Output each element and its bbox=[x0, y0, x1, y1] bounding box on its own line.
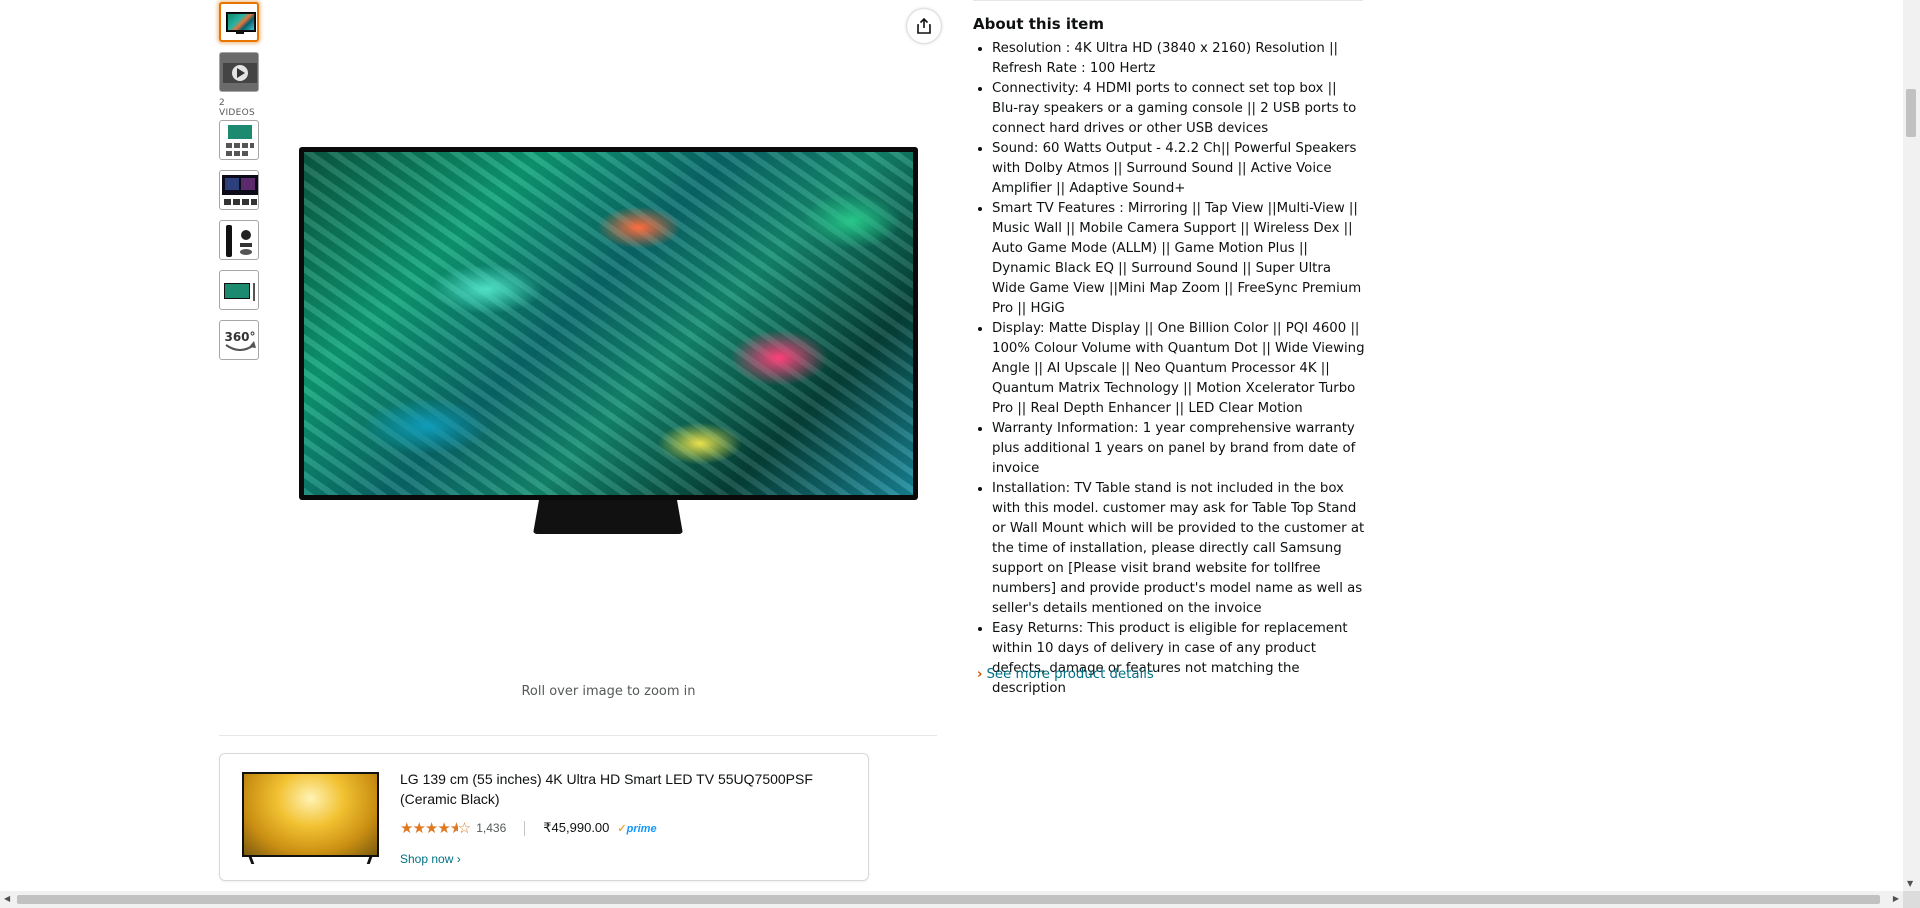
remote-icon bbox=[226, 225, 252, 257]
separator bbox=[524, 820, 526, 836]
tv-stand bbox=[533, 500, 683, 534]
shop-now-link[interactable]: Shop now › bbox=[400, 852, 461, 866]
feature-bullet: Easy Returns: This product is eligible f… bbox=[992, 619, 1365, 699]
thumbnail-video[interactable] bbox=[219, 52, 259, 92]
sponsored-product-title[interactable]: LG 139 cm (55 inches) 4K Ultra HD Smart … bbox=[400, 769, 840, 809]
about-heading: About this item bbox=[973, 15, 1104, 33]
thumbnail-tv-side[interactable] bbox=[219, 270, 259, 310]
horizontal-scrollbar[interactable]: ◀ ▶ bbox=[0, 891, 1903, 908]
sponsored-product-card[interactable]: LG 139 cm (55 inches) 4K Ultra HD Smart … bbox=[219, 753, 869, 881]
scroll-down-arrow-icon[interactable]: ▼ bbox=[1907, 879, 1913, 888]
zoom-hint: Roll over image to zoom in bbox=[521, 684, 696, 699]
vertical-scroll-thumb[interactable] bbox=[1906, 89, 1916, 137]
see-more-label: See more product details bbox=[986, 667, 1154, 682]
tv-frame bbox=[299, 147, 918, 500]
vertical-scrollbar[interactable]: ▼ bbox=[1903, 0, 1920, 891]
feature-bullet: Smart TV Features : Mirroring || Tap Vie… bbox=[992, 199, 1365, 319]
svg-text:360°: 360° bbox=[224, 330, 255, 344]
tv-screen bbox=[304, 152, 913, 495]
videos-count-label: 2 VIDEOS bbox=[219, 98, 256, 118]
about-top-rule bbox=[973, 0, 1363, 1]
panel-image-icon bbox=[222, 175, 258, 205]
rotate-360-icon: 360° bbox=[224, 330, 256, 351]
prime-label: prime bbox=[626, 822, 657, 835]
play-icon bbox=[223, 63, 257, 83]
features-image-icon bbox=[226, 125, 254, 156]
main-product-image[interactable] bbox=[299, 147, 918, 535]
horizontal-scroll-thumb[interactable] bbox=[17, 895, 1880, 904]
about-this-item: About this item Resolution : 4K Ultra HD… bbox=[973, 15, 1365, 699]
see-more-details-link[interactable]: › See more product details bbox=[977, 667, 1154, 682]
share-button[interactable] bbox=[907, 9, 941, 43]
scrollbar-corner bbox=[1903, 891, 1920, 908]
sponsored-product-image[interactable] bbox=[242, 772, 379, 864]
thumbnail-360-view[interactable]: 360° bbox=[219, 320, 259, 360]
sponsored-rating[interactable]: ★★★★★☆ 1,436 ₹45,990.00 ✓prime bbox=[400, 819, 657, 837]
tv-side-icon bbox=[224, 283, 255, 301]
prime-badge: ✓prime bbox=[617, 822, 656, 835]
chevron-right-icon: › bbox=[977, 667, 983, 682]
review-count: 1,436 bbox=[476, 821, 507, 835]
feature-bullet: Resolution : 4K Ultra HD (3840 x 2160) R… bbox=[992, 39, 1365, 79]
thumbnail-remote-panel[interactable] bbox=[219, 170, 259, 210]
prime-check-icon: ✓ bbox=[617, 822, 627, 835]
scroll-left-arrow-icon[interactable]: ◀ bbox=[4, 894, 10, 903]
feature-bullet: Installation: TV Table stand is not incl… bbox=[992, 479, 1365, 619]
star-rating-icon: ★★★★★☆ bbox=[400, 820, 471, 837]
feature-bullet: Sound: 60 Watts Output - 4.2.2 Ch|| Powe… bbox=[992, 139, 1365, 199]
feature-bullets: Resolution : 4K Ultra HD (3840 x 2160) R… bbox=[973, 39, 1365, 699]
feature-bullet: Display: Matte Display || One Billion Co… bbox=[992, 319, 1365, 419]
feature-bullet: Warranty Information: 1 year comprehensi… bbox=[992, 419, 1365, 479]
thumbnail-features-chart[interactable] bbox=[219, 120, 259, 160]
thumbnail-remote-accessories[interactable] bbox=[219, 220, 259, 260]
share-icon bbox=[917, 17, 931, 34]
scroll-right-arrow-icon[interactable]: ▶ bbox=[1893, 894, 1899, 903]
thumbnail-tv-front[interactable] bbox=[219, 2, 259, 42]
feature-bullet: Connectivity: 4 HDMI ports to connect se… bbox=[992, 79, 1365, 139]
sponsored-price: ₹45,990.00 bbox=[543, 820, 610, 835]
section-divider bbox=[219, 735, 937, 736]
